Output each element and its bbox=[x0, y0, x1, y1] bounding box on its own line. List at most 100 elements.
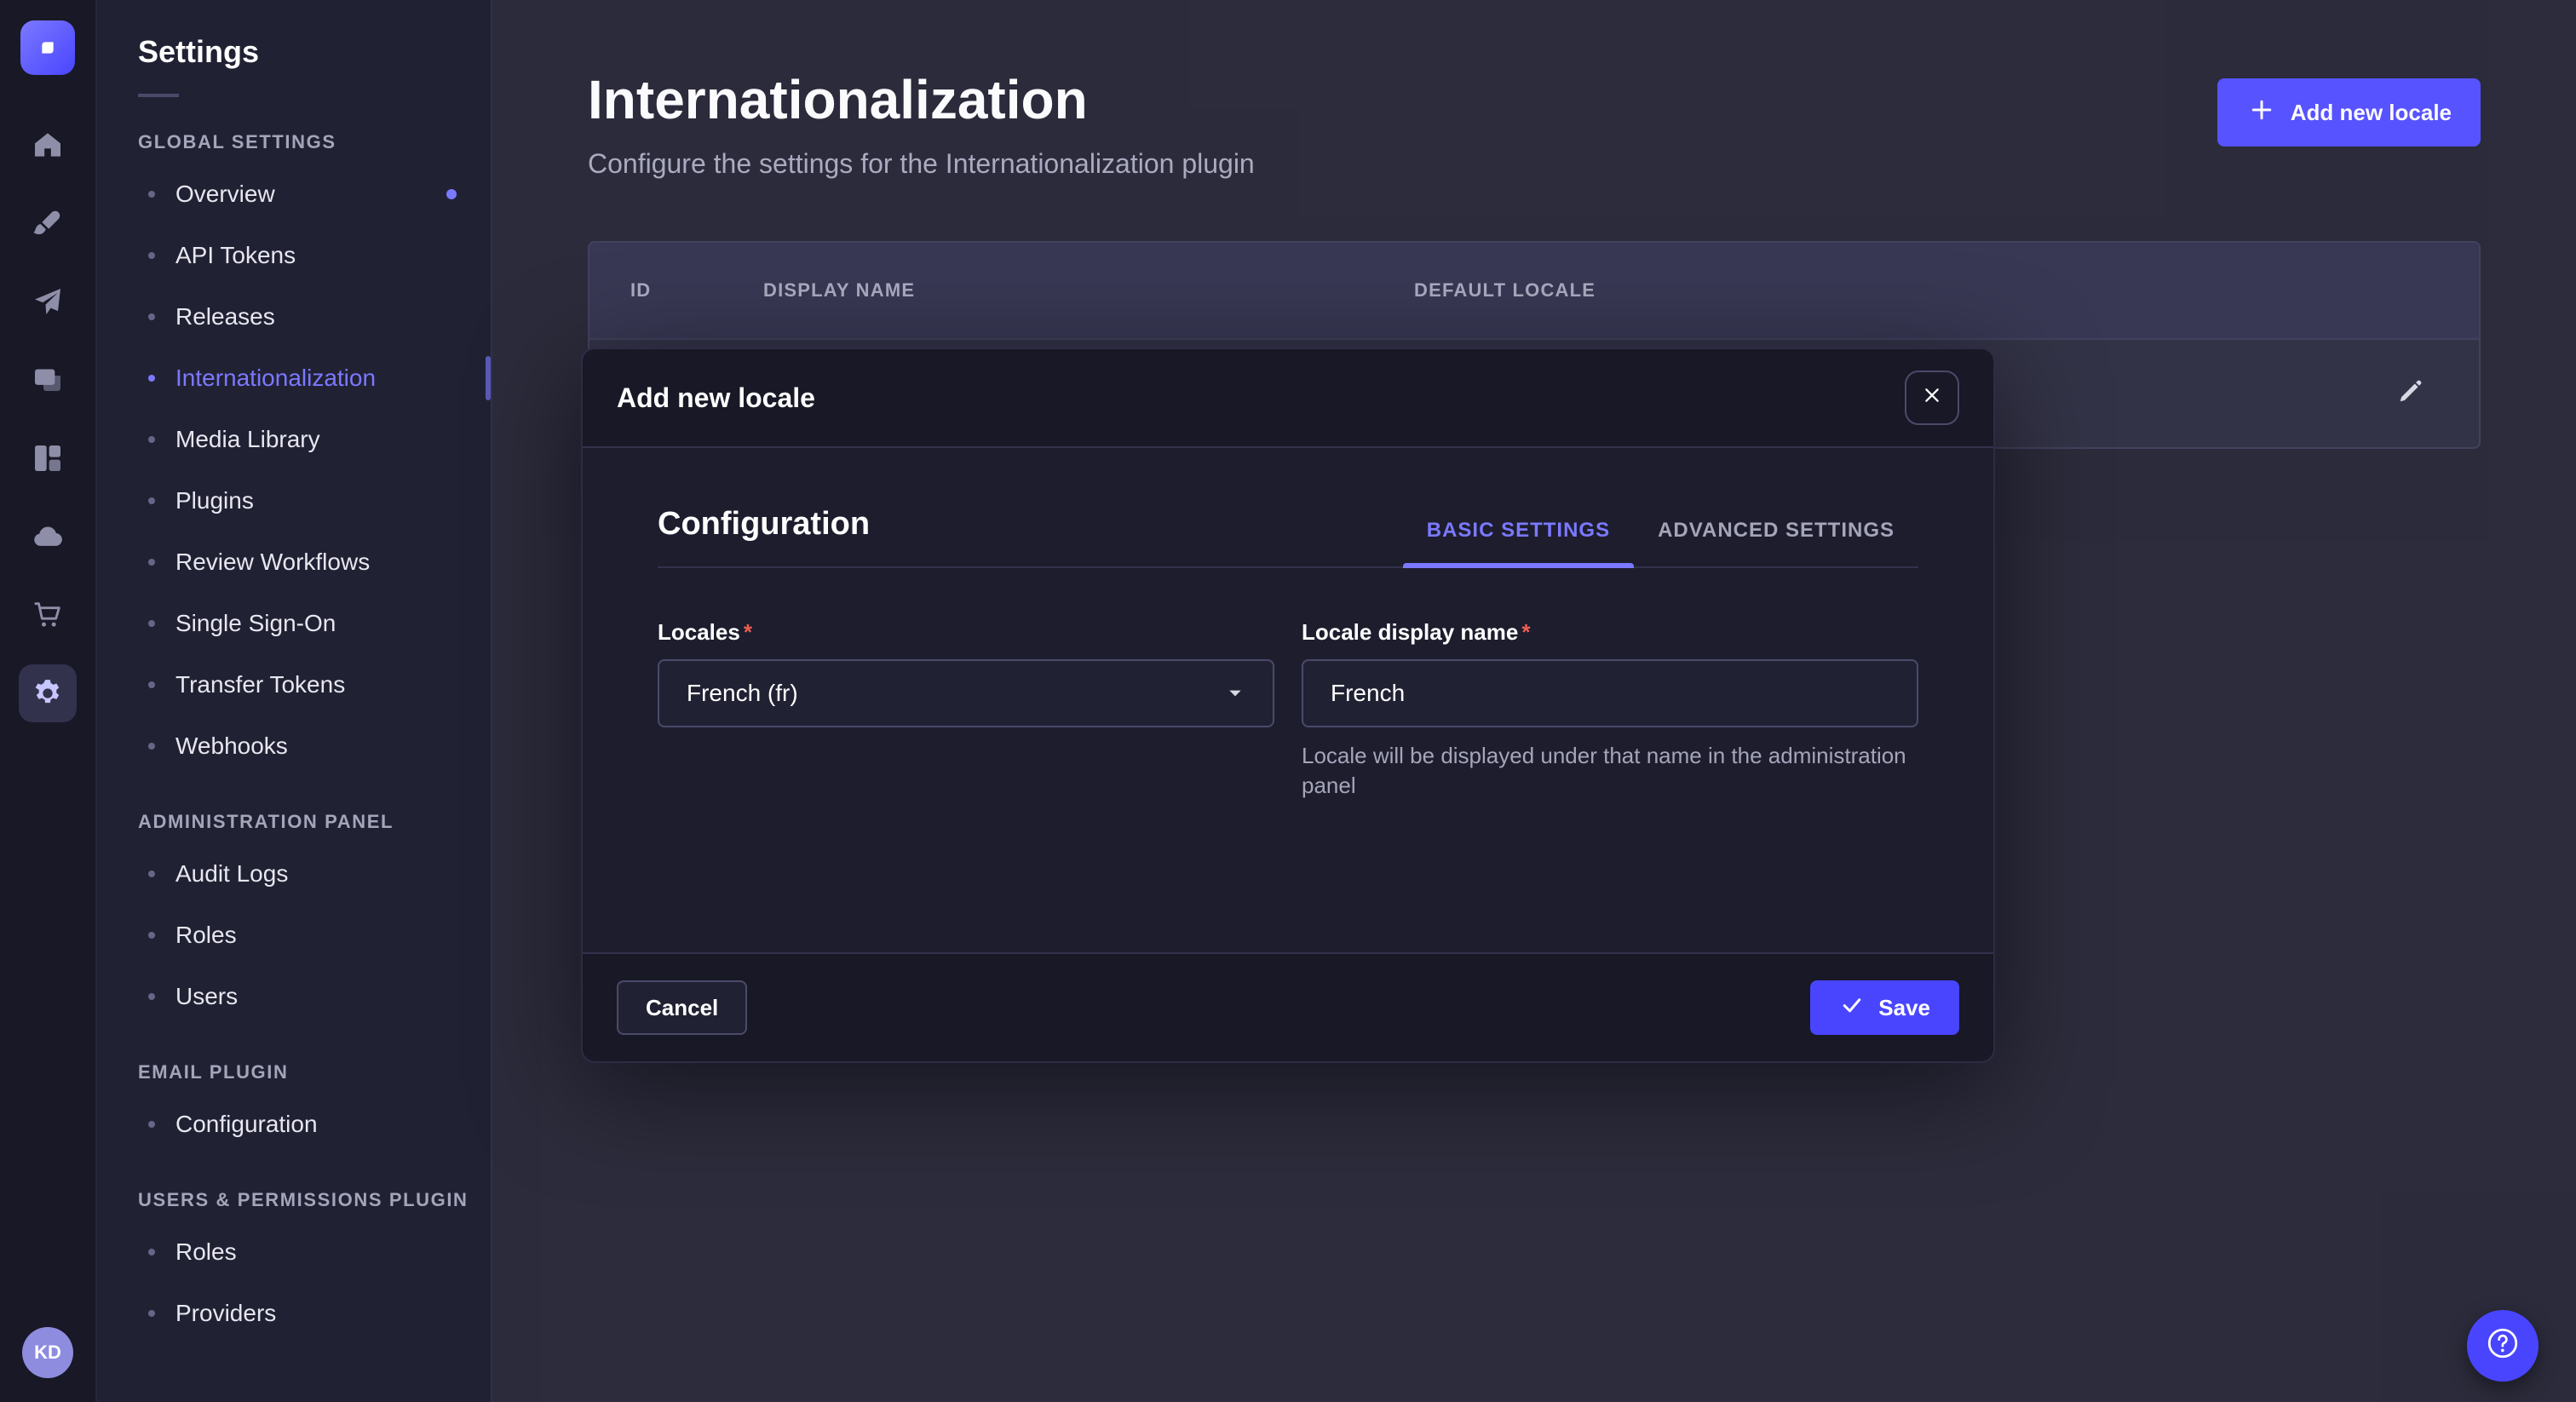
sidebar-item-internationalization[interactable]: Internationalization bbox=[97, 348, 491, 409]
cancel-button[interactable]: Cancel bbox=[617, 980, 747, 1035]
sidebar-item-providers[interactable]: Providers bbox=[97, 1283, 491, 1344]
settings-nav-sections: GLOBAL SETTINGS Overview API Tokens Release… bbox=[97, 131, 491, 1344]
close-button[interactable] bbox=[1905, 371, 1959, 425]
sidebar-item-label: Overview bbox=[175, 181, 275, 208]
nav-paint-brush-button[interactable] bbox=[19, 194, 77, 252]
locales-select-value: French (fr) bbox=[687, 680, 798, 707]
bullet-icon bbox=[148, 313, 155, 320]
required-asterisk: * bbox=[744, 619, 752, 645]
strapi-logo bbox=[20, 20, 75, 75]
display-name-hint: Locale will be displayed under that name… bbox=[1302, 741, 1918, 801]
sidebar-item-transfer-tokens[interactable]: Transfer Tokens bbox=[97, 654, 491, 715]
avatar[interactable]: KD bbox=[22, 1327, 73, 1378]
bullet-icon bbox=[148, 191, 155, 198]
sidebar-item-label: Media Library bbox=[175, 426, 320, 453]
sidebar-item-label: Internationalization bbox=[175, 365, 376, 392]
bullet-icon bbox=[148, 1310, 155, 1317]
sidebar-item-label: Releases bbox=[175, 303, 275, 330]
bullet-icon bbox=[148, 1121, 155, 1128]
chevron-down-icon bbox=[1222, 680, 1249, 707]
display-name-input[interactable] bbox=[1302, 659, 1918, 727]
nav-media-library-button[interactable] bbox=[19, 351, 77, 409]
bullet-icon bbox=[148, 252, 155, 259]
sidebar-item-roles[interactable]: Roles bbox=[97, 905, 491, 966]
cloud-icon bbox=[31, 520, 65, 554]
notification-dot bbox=[446, 189, 457, 199]
sidebar-item-audit-logs[interactable]: Audit Logs bbox=[97, 843, 491, 905]
configuration-header: Configuration BASIC SETTINGSADVANCED SET… bbox=[658, 506, 1918, 568]
media-library-icon bbox=[31, 363, 65, 397]
paper-plane-icon bbox=[31, 284, 65, 319]
nav-section-label: USERS & PERMISSIONS PLUGIN bbox=[138, 1189, 491, 1211]
nav-section-users-permissions-plugin: USERS & PERMISSIONS PLUGIN Roles Providers bbox=[97, 1189, 491, 1344]
locales-label: Locales* bbox=[658, 619, 1274, 646]
main-nav-sidebar: KD bbox=[0, 0, 97, 1402]
sidebar-item-plugins[interactable]: Plugins bbox=[97, 470, 491, 531]
save-label: Save bbox=[1878, 995, 1930, 1021]
display-name-field: Locale display name* Locale will be disp… bbox=[1302, 619, 1918, 801]
question-icon bbox=[2484, 1324, 2521, 1368]
sidebar-item-releases[interactable]: Releases bbox=[97, 286, 491, 348]
nav-section-global-settings: GLOBAL SETTINGS Overview API Tokens Release… bbox=[97, 131, 491, 777]
divider bbox=[138, 94, 179, 97]
bullet-icon bbox=[148, 559, 155, 566]
bullet-icon bbox=[148, 993, 155, 1000]
sidebar-item-label: Transfer Tokens bbox=[175, 671, 345, 698]
nav-section-label: GLOBAL SETTINGS bbox=[138, 131, 491, 153]
sidebar-item-label: Plugins bbox=[175, 487, 254, 514]
configuration-title: Configuration bbox=[658, 506, 870, 566]
nav-home-button[interactable] bbox=[19, 116, 77, 174]
modal-title: Add new locale bbox=[617, 382, 815, 414]
bullet-icon bbox=[148, 681, 155, 688]
sidebar-item-webhooks[interactable]: Webhooks bbox=[97, 715, 491, 777]
nav-content-manager-button[interactable] bbox=[19, 429, 77, 487]
bullet-icon bbox=[148, 871, 155, 877]
nav-section-email-plugin: EMAIL PLUGIN Configuration bbox=[97, 1061, 491, 1155]
nav-paper-plane-button[interactable] bbox=[19, 273, 77, 330]
sidebar-item-label: Providers bbox=[175, 1300, 276, 1327]
help-button[interactable] bbox=[2467, 1310, 2539, 1382]
tab-advanced-settings[interactable]: ADVANCED SETTINGS bbox=[1634, 519, 1918, 566]
sidebar-item-label: Roles bbox=[175, 1238, 237, 1266]
nav-section-label: EMAIL PLUGIN bbox=[138, 1061, 491, 1083]
sidebar-item-users[interactable]: Users bbox=[97, 966, 491, 1027]
sidebar-item-configuration[interactable]: Configuration bbox=[97, 1094, 491, 1155]
nav-cloud-button[interactable] bbox=[19, 508, 77, 566]
sidebar-item-media-library[interactable]: Media Library bbox=[97, 409, 491, 470]
main-nav-items bbox=[19, 116, 77, 722]
check-icon bbox=[1839, 992, 1865, 1024]
display-name-label: Locale display name* bbox=[1302, 619, 1918, 646]
sidebar-item-api-tokens[interactable]: API Tokens bbox=[97, 225, 491, 286]
modal-fields: Locales* French (fr) Locale display name… bbox=[658, 619, 1918, 801]
sidebar-item-label: Single Sign-On bbox=[175, 610, 336, 637]
bullet-icon bbox=[148, 497, 155, 504]
modal-header: Add new locale bbox=[583, 349, 1993, 448]
sidebar-item-label: Review Workflows bbox=[175, 549, 370, 576]
nav-marketplace-cart-button[interactable] bbox=[19, 586, 77, 644]
modal-footer: Cancel Save bbox=[583, 952, 1993, 1061]
bullet-icon bbox=[148, 932, 155, 939]
settings-sidebar: Settings GLOBAL SETTINGS Overview API Toke… bbox=[97, 0, 492, 1402]
sidebar-item-label: Audit Logs bbox=[175, 860, 288, 888]
bullet-icon bbox=[148, 620, 155, 627]
required-asterisk: * bbox=[1521, 619, 1530, 645]
sidebar-item-label: Users bbox=[175, 983, 238, 1010]
content-manager-icon bbox=[31, 441, 65, 475]
modal-body: Configuration BASIC SETTINGSADVANCED SET… bbox=[583, 448, 1993, 952]
paint-brush-icon bbox=[31, 206, 65, 240]
bullet-icon bbox=[148, 743, 155, 750]
locales-select[interactable]: French (fr) bbox=[658, 659, 1274, 727]
sidebar-item-roles[interactable]: Roles bbox=[97, 1221, 491, 1283]
marketplace-cart-icon bbox=[31, 598, 65, 632]
sidebar-item-label: Webhooks bbox=[175, 733, 288, 760]
sidebar-item-overview[interactable]: Overview bbox=[97, 164, 491, 225]
sidebar-item-single-sign-on[interactable]: Single Sign-On bbox=[97, 593, 491, 654]
sidebar-item-review-workflows[interactable]: Review Workflows bbox=[97, 531, 491, 593]
tab-basic-settings[interactable]: BASIC SETTINGS bbox=[1403, 519, 1634, 566]
sidebar-item-label: API Tokens bbox=[175, 242, 296, 269]
settings-title: Settings bbox=[138, 34, 491, 70]
sidebar-item-label: Roles bbox=[175, 922, 237, 949]
nav-settings-gear-button[interactable] bbox=[19, 664, 77, 722]
bullet-icon bbox=[148, 436, 155, 443]
save-button[interactable]: Save bbox=[1810, 980, 1959, 1035]
